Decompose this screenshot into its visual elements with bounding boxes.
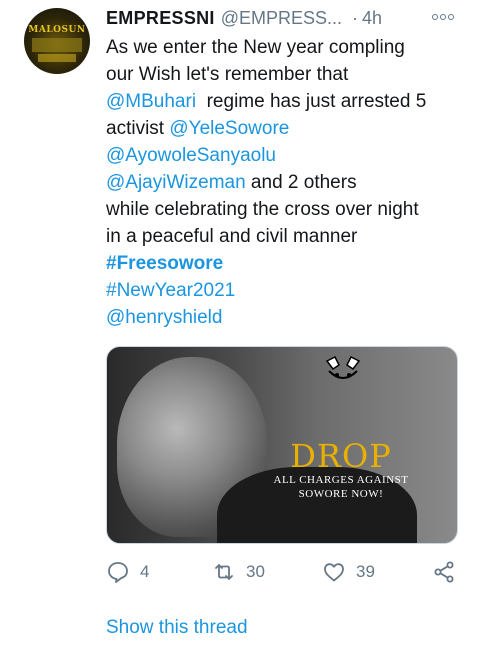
media-headline: DROP: [290, 437, 392, 475]
reply-button[interactable]: 4: [106, 560, 149, 584]
tweet-line: @AyowoleSanyaolu: [106, 142, 466, 169]
media-subline: ALL CHARGES AGAINST SOWORE NOW!: [235, 473, 447, 501]
more-dot: [432, 14, 438, 20]
tweet-actions: 4 30 39: [106, 560, 466, 586]
more-dot: [440, 14, 446, 20]
avatar-text: MALOSUN: [28, 25, 86, 35]
tweet-header: EMPRESSNI @EMPRESS... · 4h: [106, 6, 466, 30]
reply-count: 4: [140, 562, 150, 581]
tweet-line: #Freesowore: [106, 250, 466, 277]
separator-dot: ·: [352, 7, 359, 28]
tweet-line: #NewYear2021: [106, 277, 466, 304]
media-subline-1: ALL CHARGES AGAINST: [273, 474, 409, 486]
tweet-line: As we enter the New year compling: [106, 34, 466, 61]
more-dot: [448, 14, 454, 20]
campaign-logo-icon: [325, 355, 361, 379]
text-segment: and 2 others: [245, 172, 357, 193]
text-segment: in a peaceful and civil manner: [106, 226, 358, 247]
tweet-line: our Wish let's remember that: [106, 61, 466, 88]
mention-link[interactable]: @YeleSowore: [169, 118, 289, 139]
retweet-count: 30: [246, 562, 265, 581]
tweet-text: As we enter the New year compling our Wi…: [106, 34, 466, 331]
media-subline-2: SOWORE NOW!: [298, 488, 384, 500]
author-handle[interactable]: @EMPRESS...: [221, 8, 342, 29]
more-icon[interactable]: [432, 14, 454, 20]
hashtag-link[interactable]: #Freesowore: [106, 253, 223, 274]
author-name[interactable]: EMPRESSNI: [106, 8, 215, 29]
tweet-line: @MBuhari regime has just arrested 5: [106, 88, 466, 115]
share-button[interactable]: [432, 560, 456, 584]
hashtag-link[interactable]: #NewYear2021: [106, 280, 235, 301]
share-icon: [434, 561, 454, 583]
show-thread-link[interactable]: Show this thread: [106, 617, 248, 639]
tweet-line: while celebrating the cross over night: [106, 196, 466, 223]
mention-link[interactable]: @AyowoleSanyaolu: [106, 145, 276, 166]
mention-link[interactable]: @henryshield: [106, 307, 222, 328]
tweet-media-image[interactable]: DROP ALL CHARGES AGAINST SOWORE NOW!: [106, 346, 458, 544]
tweet-time[interactable]: 4h: [362, 8, 382, 29]
tweet-line: activist @YeleSowore: [106, 115, 466, 142]
text-segment: As we enter the New year compling: [106, 37, 405, 58]
author-avatar[interactable]: MALOSUN: [24, 8, 90, 74]
avatar-band-lower: [38, 54, 76, 62]
text-segment: activist: [106, 118, 170, 139]
tweet-line: @henryshield: [106, 304, 466, 331]
mention-link[interactable]: @AjayiWizeman: [106, 172, 246, 193]
text-segment: regime has just arrested 5: [196, 91, 427, 112]
like-icon: [324, 563, 344, 582]
like-count: 39: [356, 562, 375, 581]
avatar-band: [32, 38, 82, 52]
tweet-line: @AjayiWizeman and 2 others: [106, 169, 466, 196]
mention-link[interactable]: @MBuhari: [106, 91, 196, 112]
like-button[interactable]: 39: [322, 560, 375, 584]
tweet-line: in a peaceful and civil manner: [106, 223, 466, 250]
text-segment: while celebrating the cross over night: [106, 199, 419, 220]
retweet-button[interactable]: 30: [212, 560, 265, 584]
retweet-icon: [215, 564, 233, 580]
text-segment: our Wish let's remember that: [106, 64, 349, 85]
reply-icon: [108, 562, 128, 583]
